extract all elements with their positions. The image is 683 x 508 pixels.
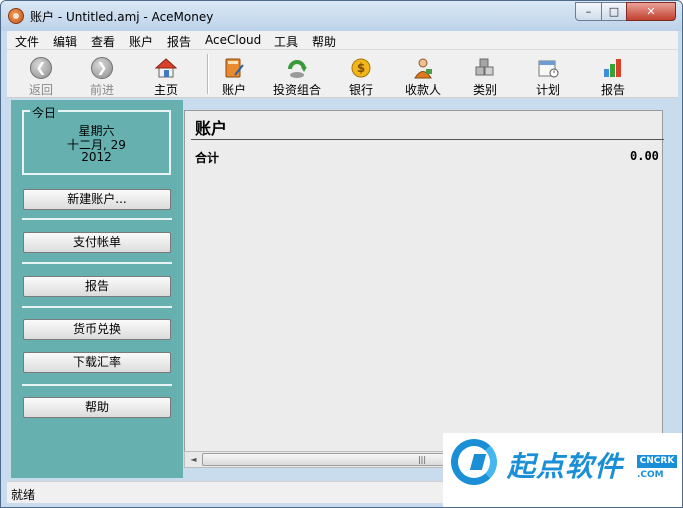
scroll-grip-icon: |||: [417, 455, 427, 464]
title-rule: [191, 139, 664, 140]
report-chart-icon: [604, 59, 621, 77]
watermark-domain: .COM: [637, 470, 664, 480]
portfolio-label: 投资组合: [272, 83, 321, 97]
menu-edit[interactable]: 编辑: [53, 33, 77, 50]
toolbar-separator: [207, 54, 209, 94]
schedule-label: 计划: [535, 83, 560, 97]
bank-coin-icon: $: [351, 58, 371, 78]
menu-bar: 文件 编辑 查看 账户 报告 AceCloud 工具 帮助: [7, 31, 678, 50]
home-icon: [155, 58, 177, 78]
payee-person-icon: [414, 58, 432, 79]
watermark-logo-icon: [451, 439, 497, 485]
payees-label: 收款人: [404, 83, 441, 97]
app-window: 账户 - Untitled.amj - AceMoney – □ ✕ 文件 编辑…: [0, 0, 683, 508]
calendar-icon: [538, 60, 559, 78]
sidebar-divider: [22, 384, 172, 386]
menu-reports[interactable]: 报告: [167, 33, 191, 50]
forward-label: 前进: [89, 83, 114, 97]
reports-label: 报告: [600, 83, 625, 97]
back-button[interactable]: ❮ 返回: [19, 53, 63, 97]
window-title: 账户 - Untitled.amj - AceMoney: [30, 10, 214, 24]
sidebar-divider: [22, 306, 172, 308]
currency-exchange-button[interactable]: 货币兑换: [23, 319, 171, 340]
forward-arrow-icon: ❯: [91, 57, 113, 79]
sidebar: 今日 星期六 十二月, 29 2012 新建账户... 支付帐单 报告 货币兑换…: [11, 100, 183, 478]
title-bar[interactable]: 账户 - Untitled.amj - AceMoney – □ ✕: [1, 1, 682, 31]
portfolio-button[interactable]: 投资组合: [267, 53, 327, 97]
schedule-button[interactable]: 计划: [526, 53, 570, 97]
sidebar-divider: [22, 262, 172, 264]
bank-button[interactable]: $ 银行: [339, 53, 383, 97]
payees-button[interactable]: 收款人: [398, 53, 448, 97]
category-blocks-icon: [475, 58, 494, 76]
menu-tools[interactable]: 工具: [274, 33, 298, 50]
minimize-button[interactable]: –: [575, 2, 602, 21]
menu-view[interactable]: 查看: [91, 33, 115, 50]
menu-accounts[interactable]: 账户: [129, 33, 153, 50]
sidebar-divider: [22, 218, 172, 220]
home-label: 主页: [153, 83, 178, 97]
pay-bills-button[interactable]: 支付帐单: [23, 232, 171, 253]
minimize-icon: –: [585, 5, 592, 18]
toolbar: ❮ 返回 ❯ 前进 主页 账户 投资组合 $ 银行 收款人 类别 计划 报告: [7, 50, 678, 98]
back-arrow-icon: ❮: [30, 57, 52, 79]
download-rates-button[interactable]: 下载汇率: [23, 352, 171, 373]
categories-button[interactable]: 类别: [463, 53, 507, 97]
total-label: 合计: [195, 151, 220, 165]
new-account-button[interactable]: 新建账户...: [23, 189, 171, 210]
accounts-label: 账户: [221, 83, 246, 97]
sidebar-reports-button[interactable]: 报告: [23, 276, 171, 297]
page-title: 账户: [195, 119, 228, 138]
maximize-icon: □: [608, 5, 620, 18]
accounts-panel: 账户 合计 0.00: [184, 110, 664, 468]
help-button[interactable]: 帮助: [23, 397, 171, 418]
bank-label: 银行: [348, 83, 373, 97]
menu-file[interactable]: 文件: [15, 33, 39, 50]
close-button[interactable]: ✕: [626, 2, 676, 21]
accounts-book-icon: [225, 58, 244, 78]
accounts-button[interactable]: 账户: [212, 53, 256, 97]
today-year: 2012: [81, 150, 112, 164]
watermark-text: 起点软件: [507, 450, 624, 483]
today-panel: 今日 星期六 十二月, 29 2012: [22, 104, 171, 175]
acemoney-app-icon[interactable]: [8, 8, 24, 24]
maximize-button[interactable]: □: [601, 2, 627, 21]
forward-button[interactable]: ❯ 前进: [80, 53, 124, 97]
today-label: 今日: [30, 104, 59, 121]
menu-acecloud[interactable]: AceCloud: [205, 33, 261, 47]
total-value: 0.00: [630, 149, 659, 163]
home-button[interactable]: 主页: [144, 53, 188, 97]
menu-help[interactable]: 帮助: [312, 33, 336, 50]
svg-text:$: $: [357, 61, 365, 75]
watermark-badge: CNCRK: [637, 455, 677, 468]
scroll-left-icon[interactable]: ◄: [186, 453, 201, 466]
portfolio-icon: [288, 60, 307, 78]
watermark: 起点软件 CNCRK .COM: [443, 433, 682, 507]
back-label: 返回: [28, 83, 53, 97]
close-icon: ✕: [646, 5, 656, 18]
categories-label: 类别: [472, 83, 497, 97]
reports-button[interactable]: 报告: [591, 53, 635, 97]
status-text: 就绪: [11, 488, 36, 502]
